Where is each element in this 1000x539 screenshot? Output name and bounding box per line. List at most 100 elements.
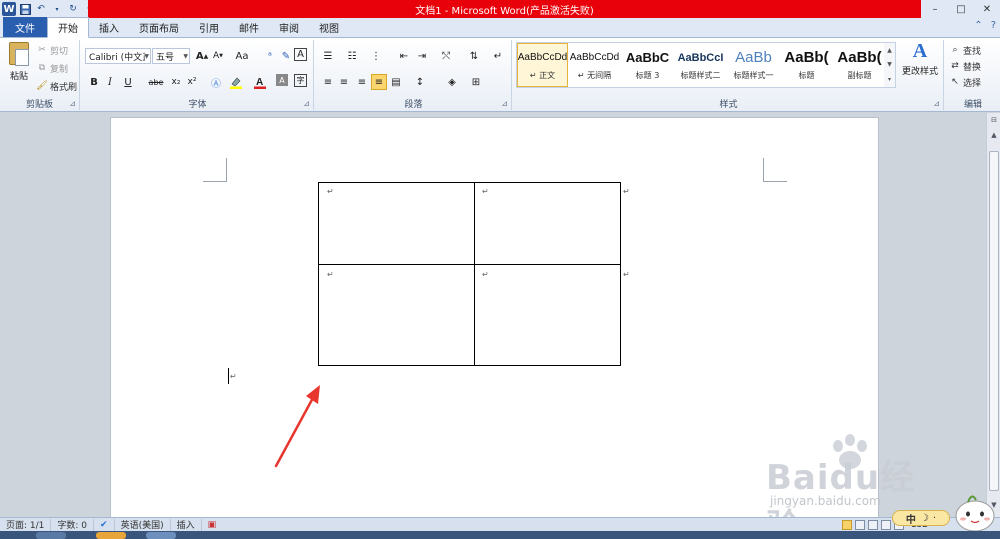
- full-screen-view-icon[interactable]: [854, 520, 865, 530]
- ruler-toggle-icon[interactable]: ⊟: [988, 114, 1000, 126]
- justify-icon[interactable]: ≡: [371, 74, 387, 90]
- change-styles-button[interactable]: A 更改样式: [900, 40, 940, 88]
- close-button[interactable]: ✕: [974, 0, 1000, 18]
- chinese-layout-icon[interactable]: ⤲: [438, 48, 454, 64]
- character-shading-icon[interactable]: A: [276, 74, 288, 86]
- find-button[interactable]: ⌕ 查找: [949, 42, 981, 58]
- sort-icon[interactable]: ⇅: [466, 48, 482, 64]
- font-color-icon[interactable]: A: [252, 74, 268, 90]
- copy-button[interactable]: ⧉ 复制: [36, 60, 68, 76]
- style-item[interactable]: AaBb(副标题: [833, 43, 886, 87]
- tab-page-layout[interactable]: 页面布局: [129, 17, 189, 37]
- style-item[interactable]: AaBbCcI 标题样式二: [674, 43, 727, 87]
- tab-file[interactable]: 文件: [3, 17, 47, 37]
- enclose-characters-icon[interactable]: 字: [294, 74, 307, 87]
- language-status[interactable]: 英语(美国): [115, 518, 171, 531]
- style-item[interactable]: AaBb 标题样式一: [727, 43, 780, 87]
- change-case-button[interactable]: Aa: [232, 48, 252, 64]
- strikethrough-button[interactable]: abe: [146, 74, 166, 90]
- dropdown-icon[interactable]: ▾: [50, 2, 64, 16]
- style-item[interactable]: AaBbCcDd ↵ 无间隔: [568, 43, 621, 87]
- underline-button[interactable]: U: [120, 74, 136, 90]
- borders-icon[interactable]: ⊞: [468, 74, 484, 90]
- scroll-up-icon[interactable]: ▲: [988, 129, 1000, 141]
- tab-mailings[interactable]: 邮件: [229, 17, 269, 37]
- italic-button[interactable]: I: [102, 74, 118, 90]
- shrink-font-button[interactable]: A ▼: [210, 48, 226, 64]
- shading-icon[interactable]: ◈: [444, 74, 460, 90]
- bold-button[interactable]: B: [86, 74, 102, 90]
- collapse-ribbon-icon[interactable]: ⌃: [974, 20, 982, 31]
- font-launcher-icon[interactable]: ⊿: [303, 99, 310, 108]
- cell-paragraph-mark[interactable]: ↵: [327, 270, 334, 279]
- phonetic-guide-icon[interactable]: ᵃ: [262, 48, 278, 64]
- format-painter-button[interactable]: 🖌 格式刷: [36, 78, 77, 94]
- web-layout-view-icon[interactable]: [867, 520, 878, 530]
- gallery-down-icon[interactable]: ▼: [887, 61, 892, 68]
- tab-review[interactable]: 审阅: [269, 17, 309, 37]
- vertical-scrollbar[interactable]: ⊟ ▲ ▼: [986, 113, 1000, 517]
- insert-mode[interactable]: 插入: [171, 518, 202, 531]
- gallery-up-icon[interactable]: ▲: [887, 47, 892, 54]
- highlight-icon[interactable]: [228, 74, 244, 90]
- document-table[interactable]: ↵ ↵ ↵ ↵ ↵ ↵: [318, 182, 630, 366]
- cell-paragraph-mark[interactable]: ↵: [482, 187, 489, 196]
- style-item[interactable]: AaBbCcDd ↵ 正文: [517, 43, 568, 87]
- save-icon[interactable]: [18, 2, 32, 16]
- gallery-more-icon[interactable]: ▾: [888, 76, 891, 83]
- numbering-icon[interactable]: ☷: [344, 48, 360, 64]
- show-marks-icon[interactable]: ↵: [490, 48, 506, 64]
- text-effects-icon[interactable]: Ⓐ: [208, 74, 224, 90]
- taskbar-app-icon[interactable]: [96, 532, 126, 539]
- style-item[interactable]: AaBbC 标题 3: [621, 43, 674, 87]
- proofing-status[interactable]: ✔: [94, 518, 115, 531]
- scroll-thumb[interactable]: [989, 151, 999, 491]
- grow-font-button[interactable]: A ▲: [194, 48, 210, 64]
- macro-record[interactable]: ▣: [202, 519, 223, 531]
- line-spacing-icon[interactable]: ↕: [412, 74, 428, 90]
- word-logo-icon[interactable]: W: [2, 2, 16, 16]
- font-size-combo[interactable]: 五号 ▼: [152, 48, 190, 64]
- paste-button[interactable]: 粘贴: [6, 42, 32, 82]
- distribute-icon[interactable]: ▤: [388, 74, 404, 90]
- character-border-icon[interactable]: A: [294, 48, 307, 61]
- word-count[interactable]: 字数: 0: [51, 518, 95, 531]
- styles-launcher-icon[interactable]: ⊿: [933, 99, 940, 108]
- cut-button[interactable]: ✂ 剪切: [36, 42, 68, 58]
- align-right-icon[interactable]: ≡: [354, 74, 370, 90]
- minimize-button[interactable]: –: [922, 0, 948, 18]
- subscript-button[interactable]: x₂: [168, 74, 184, 90]
- style-name: 标题样式二: [680, 70, 721, 80]
- clear-formatting-icon[interactable]: ✎: [278, 48, 294, 64]
- tab-home[interactable]: 开始: [47, 17, 89, 38]
- tab-insert[interactable]: 插入: [89, 17, 129, 37]
- clipboard-launcher-icon[interactable]: ⊿: [69, 99, 76, 108]
- align-center-icon[interactable]: ≡: [336, 74, 352, 90]
- print-layout-view-icon[interactable]: [841, 520, 852, 530]
- help-icon[interactable]: ?: [991, 20, 996, 31]
- ime-label: 中: [905, 514, 916, 526]
- style-item[interactable]: AaBb(标题: [780, 43, 833, 87]
- select-button[interactable]: ↖ 选择: [949, 74, 981, 90]
- replace-button[interactable]: ⇄ 替换: [949, 58, 981, 74]
- ime-indicator[interactable]: 中 ☽ ·: [892, 510, 950, 526]
- multilevel-list-icon[interactable]: ⋮: [368, 48, 384, 64]
- taskbar-app-icon[interactable]: [146, 532, 176, 539]
- tab-references[interactable]: 引用: [189, 17, 229, 37]
- decrease-indent-icon[interactable]: ⇤: [396, 48, 412, 64]
- increase-indent-icon[interactable]: ⇥: [414, 48, 430, 64]
- redo-icon[interactable]: ↻: [66, 2, 80, 16]
- undo-icon[interactable]: ↶: [34, 2, 48, 16]
- superscript-button[interactable]: x²: [184, 74, 200, 90]
- taskbar-start-icon[interactable]: [36, 532, 66, 539]
- paragraph-launcher-icon[interactable]: ⊿: [501, 99, 508, 108]
- maximize-button[interactable]: □: [948, 0, 974, 18]
- align-left-icon[interactable]: ≡: [320, 74, 336, 90]
- cell-paragraph-mark[interactable]: ↵: [327, 187, 334, 196]
- cell-paragraph-mark[interactable]: ↵: [482, 270, 489, 279]
- tab-view[interactable]: 视图: [309, 17, 349, 37]
- outline-view-icon[interactable]: [880, 520, 891, 530]
- font-name-combo[interactable]: Calibri (中文正 ▼: [85, 48, 151, 64]
- bullets-icon[interactable]: ☰: [320, 48, 336, 64]
- page-count[interactable]: 页面: 1/1: [0, 518, 52, 531]
